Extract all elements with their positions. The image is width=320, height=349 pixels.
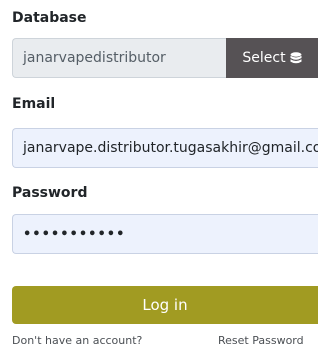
email-label: Email — [12, 96, 56, 112]
database-input-group: janarvapedistributor Select — [12, 38, 318, 78]
database-label: Database — [12, 10, 87, 26]
login-button[interactable]: Log in — [12, 286, 318, 324]
password-label: Password — [12, 185, 88, 201]
signup-link[interactable]: Don't have an account? — [12, 334, 142, 347]
database-field[interactable]: janarvapedistributor — [12, 38, 226, 78]
select-database-button[interactable]: Select — [226, 38, 318, 78]
database-icon — [290, 51, 302, 65]
reset-password-link[interactable]: Reset Password — [218, 334, 304, 347]
password-field[interactable]: ••••••••••• — [12, 214, 318, 254]
select-button-label: Select — [242, 50, 286, 66]
email-field[interactable]: janarvape.distributor.tugasakhir@gmail.c… — [12, 128, 318, 168]
